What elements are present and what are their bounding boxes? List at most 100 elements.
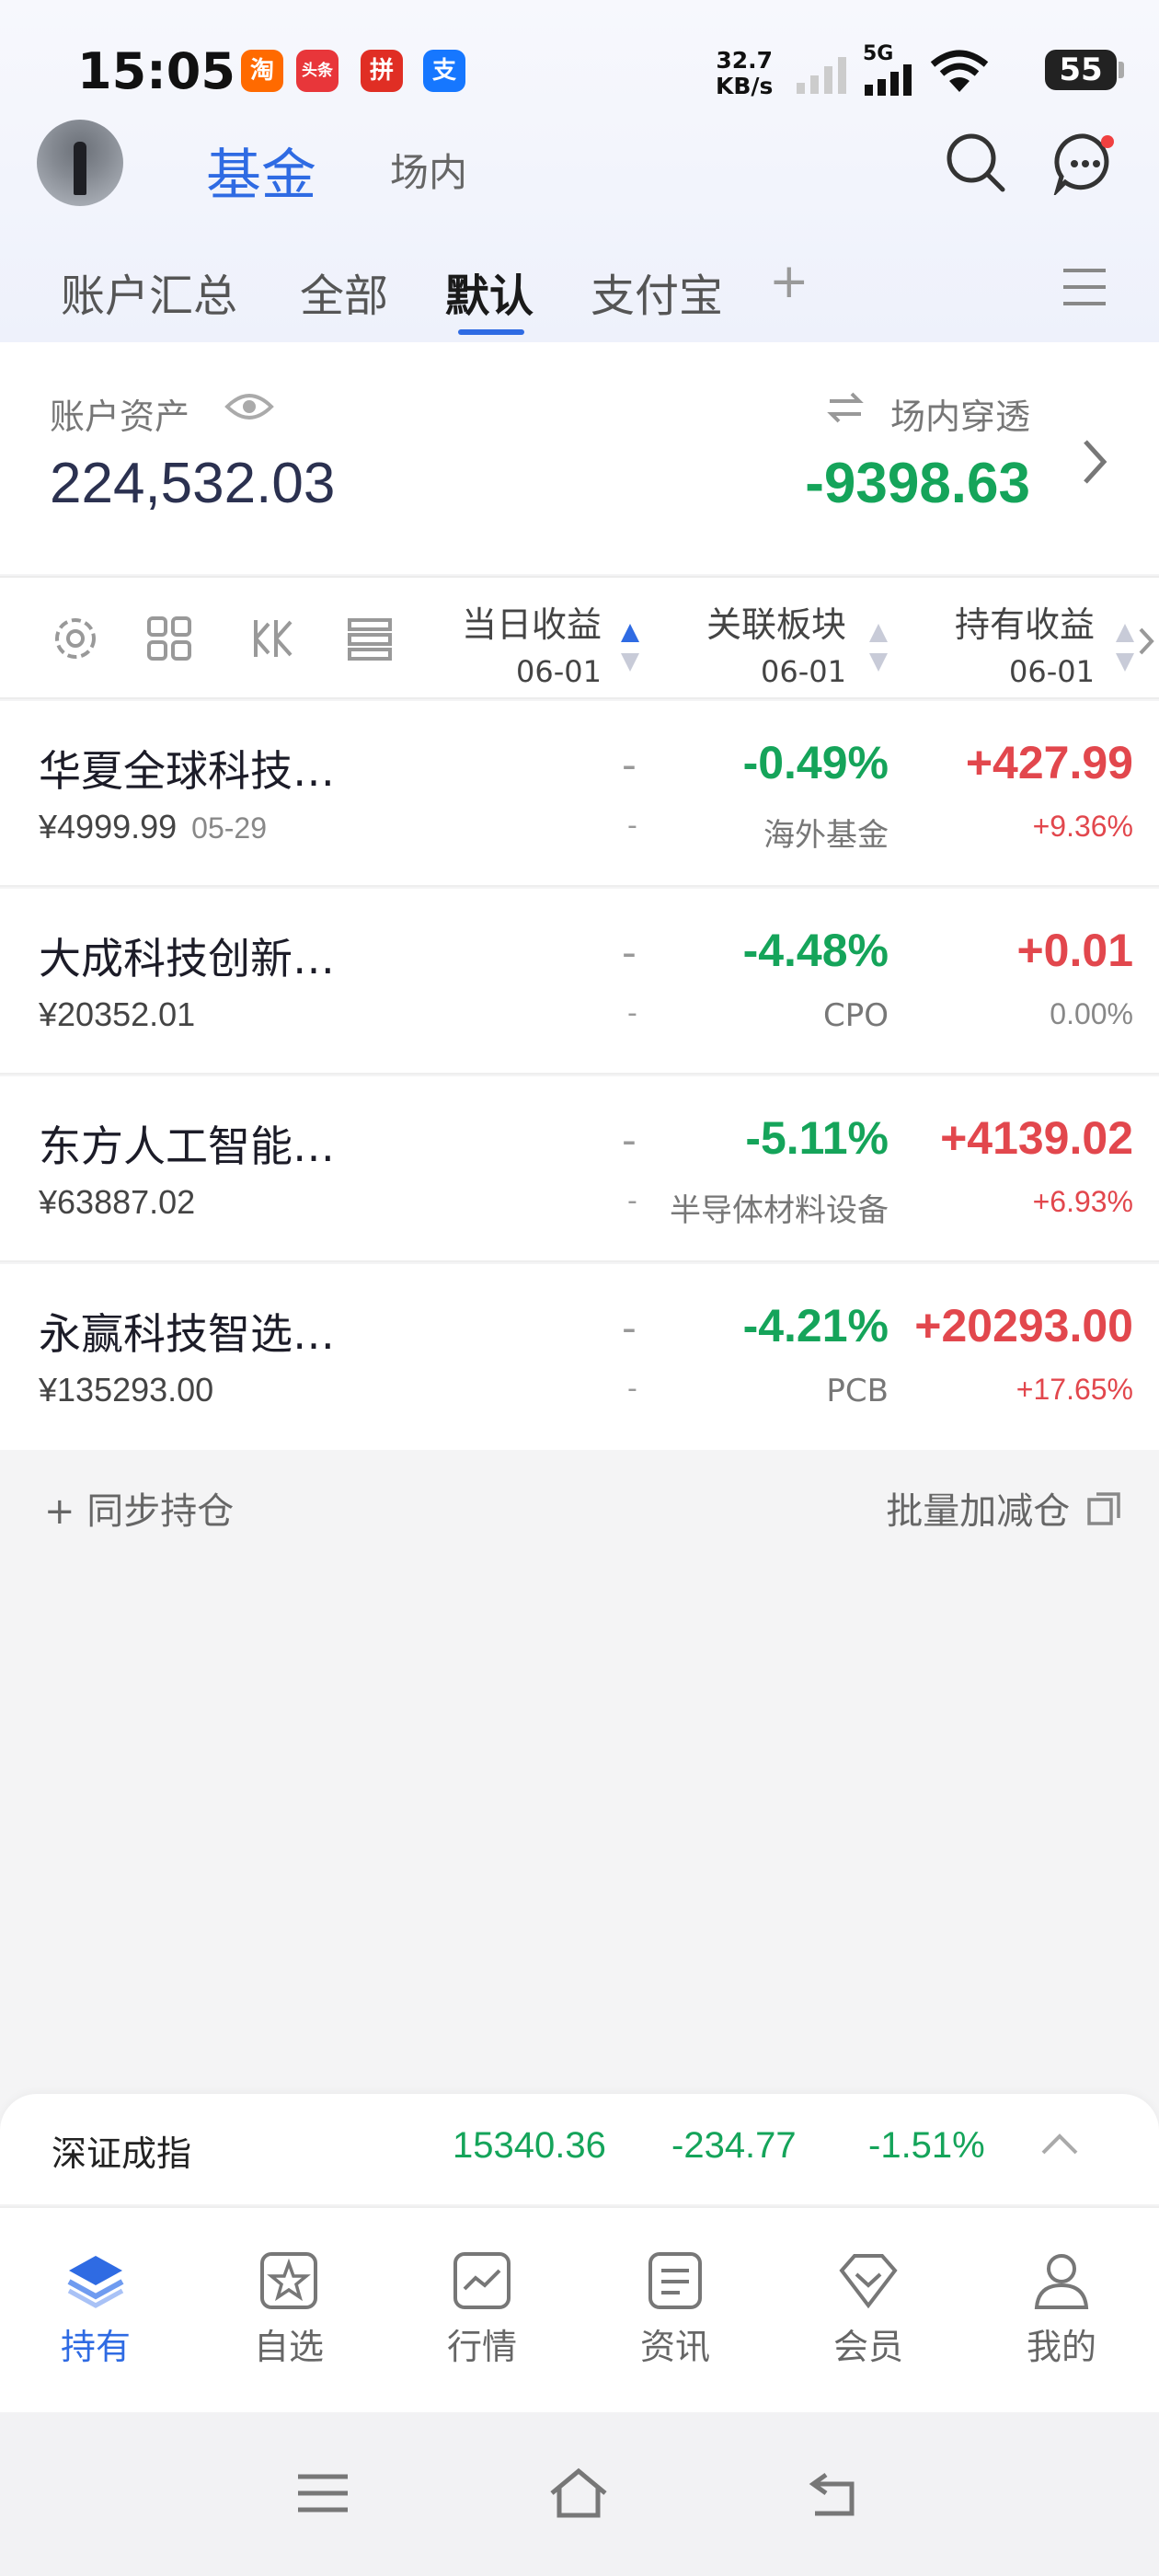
message-icon[interactable] <box>1052 131 1117 195</box>
fund-name: 华夏全球科技… <box>39 746 335 796</box>
fund-name: 永赢科技智选… <box>39 1309 335 1359</box>
sync-holdings-button[interactable]: + 同步持仓 <box>44 1481 234 1535</box>
bottom-nav: 持有 自选 行情 资讯 会员 我的 <box>0 2206 1159 2412</box>
nav-watchlist[interactable]: 自选 <box>215 2250 362 2369</box>
asset-summary[interactable]: 账户资产 224,532.03 场内穿透 -9398.63 <box>0 342 1159 574</box>
batch-adjust-label: 批量加减仓 <box>886 1490 1071 1533</box>
transfer-icon <box>827 392 864 423</box>
table-row[interactable]: 大成科技创新… ¥20352.01 - - -4.48% CPO +0.01 0… <box>0 889 1159 1075</box>
net-speed-value: 32.7 <box>716 47 774 74</box>
fund-amount: ¥20352.01 <box>39 995 196 1033</box>
layers-icon <box>67 2256 124 2308</box>
add-tab-button[interactable]: + <box>769 254 809 309</box>
nav-mine[interactable]: 我的 <box>988 2250 1135 2369</box>
holding-income: +0.01 <box>1016 925 1133 976</box>
nav-mine-label: 我的 <box>1026 2327 1096 2367</box>
daily-income-sub: - <box>627 1185 637 1217</box>
chart-icon <box>453 2252 511 2309</box>
nav-market-label: 行情 <box>446 2327 517 2367</box>
batch-adjust-button[interactable]: 批量加减仓 <box>886 1481 1122 1535</box>
sort-active-icon[interactable] <box>620 622 640 673</box>
signal-empty-icon <box>797 57 846 94</box>
col-sector-label: 关联板块 <box>706 604 846 645</box>
star-icon <box>260 2252 317 2309</box>
index-change-pct: -1.51% <box>868 2125 985 2166</box>
tab-all[interactable]: 全部 <box>300 259 388 324</box>
index-value: 15340.36 <box>453 2125 606 2166</box>
tab-default[interactable]: 默认 <box>445 259 534 324</box>
table-row[interactable]: 东方人工智能… ¥63887.02 - - -5.11% 半导体材料设备 +41… <box>0 1076 1159 1262</box>
grid-view-icon[interactable] <box>143 613 195 664</box>
daily-income: - <box>622 929 637 976</box>
page-title[interactable]: 基金 <box>206 131 316 211</box>
nav-membership-label: 会员 <box>832 2327 903 2367</box>
holding-pct: 0.00% <box>1050 997 1133 1030</box>
sector-name: PCB <box>826 1373 889 1409</box>
nav-membership[interactable]: 会员 <box>795 2250 942 2369</box>
list-view-icon[interactable] <box>344 613 396 664</box>
daily-income: - <box>622 1117 637 1164</box>
col-daily-income-date: 06-01 <box>516 654 602 689</box>
nav-holdings[interactable]: 持有 <box>22 2250 169 2369</box>
col-sector[interactable]: 关联板块 06-01 <box>706 596 846 689</box>
col-holding-income-label: 持有收益 <box>954 604 1095 645</box>
chevron-right-icon[interactable] <box>1076 434 1113 489</box>
holding-pct: +17.65% <box>1016 1373 1133 1406</box>
nav-news[interactable]: 资讯 <box>602 2250 749 2369</box>
tab-alipay[interactable]: 支付宝 <box>591 259 723 324</box>
holding-pct: +9.36% <box>1032 810 1133 843</box>
table-header: 当日收益 06-01 关联板块 06-01 持有收益 06-01 <box>0 576 1159 699</box>
index-ticker[interactable]: 深证成指 15340.36 -234.77 -1.51% <box>0 2094 1159 2204</box>
assets-value: 224,532.03 <box>50 452 336 515</box>
top-area: 15:05 淘 头条 拼 支 32.7 KB/s 5G 55 基金 场内 账户汇… <box>0 0 1159 342</box>
back-icon[interactable] <box>802 2466 866 2521</box>
sector-change: -4.21% <box>742 1300 889 1351</box>
nav-holdings-label: 持有 <box>60 2327 131 2367</box>
home-icon[interactable] <box>546 2466 611 2521</box>
user-icon <box>1034 2254 1089 2309</box>
index-name: 深证成指 <box>52 2133 192 2174</box>
tab-account-summary[interactable]: 账户汇总 <box>61 259 237 324</box>
fund-name: 大成科技创新… <box>39 934 335 983</box>
chevron-up-icon[interactable] <box>1039 2131 1080 2156</box>
table-row[interactable]: 永赢科技智选… ¥135293.00 - - -4.21% PCB +20293… <box>0 1264 1159 1450</box>
col-daily-income[interactable]: 当日收益 06-01 <box>462 596 602 689</box>
battery-icon: 55 <box>1045 50 1124 90</box>
scroll-right-icon[interactable] <box>1137 626 1155 657</box>
fund-amount-line: ¥4999.99 05-29 <box>39 808 267 846</box>
app-header: 基金 场内 <box>0 120 1159 212</box>
k-line-icon[interactable] <box>248 613 300 664</box>
subtitle-tab[interactable]: 场内 <box>390 142 467 198</box>
copy-icon <box>1087 1492 1120 1525</box>
fund-name: 东方人工智能… <box>39 1121 335 1171</box>
daily-income-sub: - <box>627 1373 637 1405</box>
sector-change: -0.49% <box>742 737 889 788</box>
eye-icon[interactable] <box>224 390 274 423</box>
sector-change: -4.48% <box>742 925 889 976</box>
nav-watchlist-label: 自选 <box>253 2327 324 2367</box>
sort-icon[interactable] <box>868 622 889 673</box>
col-holding-income[interactable]: 持有收益 06-01 <box>955 596 1095 689</box>
sort-icon[interactable] <box>1115 622 1135 673</box>
table-row[interactable]: 华夏全球科技… ¥4999.99 05-29 - - -0.49% 海外基金 +4… <box>0 701 1159 887</box>
nav-news-label: 资讯 <box>639 2327 710 2367</box>
taobao-icon: 淘 <box>241 50 283 92</box>
avatar[interactable] <box>37 120 123 206</box>
tab-bar: 账户汇总 全部 默认 支付宝 + <box>0 248 1159 340</box>
signal-icon <box>865 64 912 96</box>
fund-date: 05-29 <box>191 811 267 845</box>
menu-icon[interactable] <box>291 2466 355 2521</box>
holding-income: +20293.00 <box>914 1300 1133 1351</box>
alipay-icon: 支 <box>423 50 465 92</box>
col-sector-date: 06-01 <box>761 654 846 689</box>
search-icon[interactable] <box>944 131 1008 195</box>
fund-amount: ¥4999.99 <box>39 808 178 845</box>
nav-market[interactable]: 行情 <box>408 2250 556 2369</box>
col-holding-income-date: 06-01 <box>1009 654 1095 689</box>
active-tab-indicator <box>458 329 524 335</box>
holding-pct: +6.93% <box>1032 1185 1133 1218</box>
fund-amount: ¥135293.00 <box>39 1371 214 1409</box>
diamond-icon <box>839 2254 898 2309</box>
settings-icon[interactable] <box>50 613 101 664</box>
menu-icon[interactable] <box>1061 267 1107 307</box>
